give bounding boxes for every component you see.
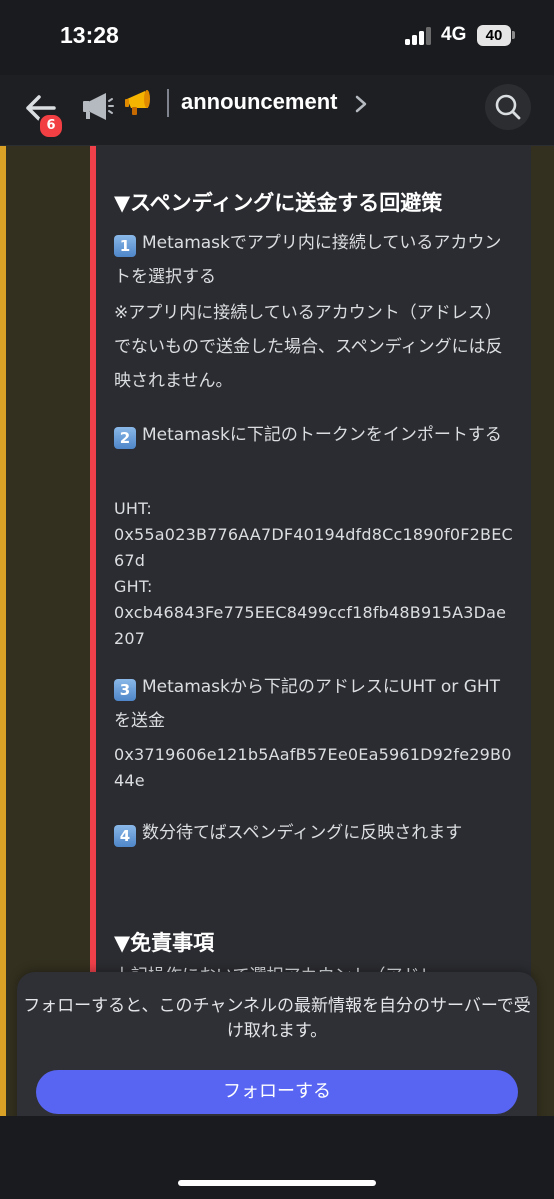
step-4-text: 数分待てばスペンディングに反映されます (142, 823, 463, 843)
step-2-text: Metamaskに下記のトークンをインポートする (142, 425, 502, 445)
network-type: 4G (441, 24, 467, 45)
home-indicator[interactable] (178, 1180, 376, 1186)
battery-tip (512, 31, 515, 39)
step-4: 4 数分待てばスペンディングに反映されます (114, 816, 514, 850)
channel-name[interactable]: announcement (181, 89, 337, 115)
search-icon (495, 94, 521, 120)
battery-icon: 40 (477, 25, 511, 46)
note-text: ※アプリ内に接続しているアカウント（アドレス）でないもので送金した場合、スペンデ… (114, 303, 503, 391)
status-time: 13:28 (60, 22, 119, 48)
left-panel (6, 146, 90, 1116)
ght-address[interactable]: 0xcb46843Fe775EEC8499ccf18fb48B915A3Dae2… (114, 600, 514, 652)
step-2: 2 Metamaskに下記のトークンをインポートする (114, 418, 514, 452)
keycap-2-icon: 2 (114, 427, 136, 449)
uht-label: UHT: (114, 499, 152, 518)
channel-header: 6 announcement (0, 75, 554, 146)
follow-card: フォローすると、このチャンネルの最新情報を自分のサーバーで受け取れます。 フォロ… (17, 972, 537, 1138)
unread-badge: 6 (38, 113, 64, 139)
uht-address[interactable]: 0x55a023B776AA7DF40194dfd8Cc1890f0F2BEC6… (114, 522, 514, 574)
search-button[interactable] (485, 84, 531, 130)
step-1: 1 Metamaskでアプリ内に接続しているアカウントを選択する (114, 226, 514, 294)
megaphone-emoji-icon (123, 86, 157, 120)
ght-label: GHT: (114, 577, 153, 596)
heading-workaround: ▼スペンディングに送金する回避策 (114, 191, 443, 215)
bottom-bar (0, 1116, 554, 1199)
signal-icon (405, 27, 435, 45)
message-area: ▼スペンディングに送金する回避策 1 Metamaskでアプリ内に接続しているアカ… (0, 146, 554, 1116)
keycap-4-icon: 4 (114, 825, 136, 847)
step-1-text: Metamaskでアプリ内に接続しているアカウントを選択する (114, 233, 502, 287)
header-divider (167, 89, 169, 117)
announcement-channel-icon (80, 89, 114, 123)
quote-bar (90, 146, 96, 1116)
keycap-3-icon: 3 (114, 679, 136, 701)
keycap-1-icon: 1 (114, 235, 136, 257)
chevron-right-icon[interactable] (354, 95, 368, 113)
heading-disclaimer: ▼免責事項 (114, 931, 215, 955)
follow-description: フォローすると、このチャンネルの最新情報を自分のサーバーで受け取れます。 (23, 996, 531, 1041)
status-bar: 13:28 4G 40 (0, 0, 554, 75)
right-panel (531, 146, 554, 1116)
step-3-text: Metamaskから下記のアドレスにUHT or GHTを送金 (114, 677, 501, 731)
send-address[interactable]: 0x3719606e121b5AafB57Ee0Ea5961D92fe29B04… (114, 742, 514, 794)
token-list: UHT: 0x55a023B776AA7DF40194dfd8Cc1890f0F… (114, 496, 514, 652)
follow-button[interactable]: フォローする (36, 1070, 518, 1114)
step-3: 3 Metamaskから下記のアドレスにUHT or GHTを送金 (114, 670, 514, 738)
